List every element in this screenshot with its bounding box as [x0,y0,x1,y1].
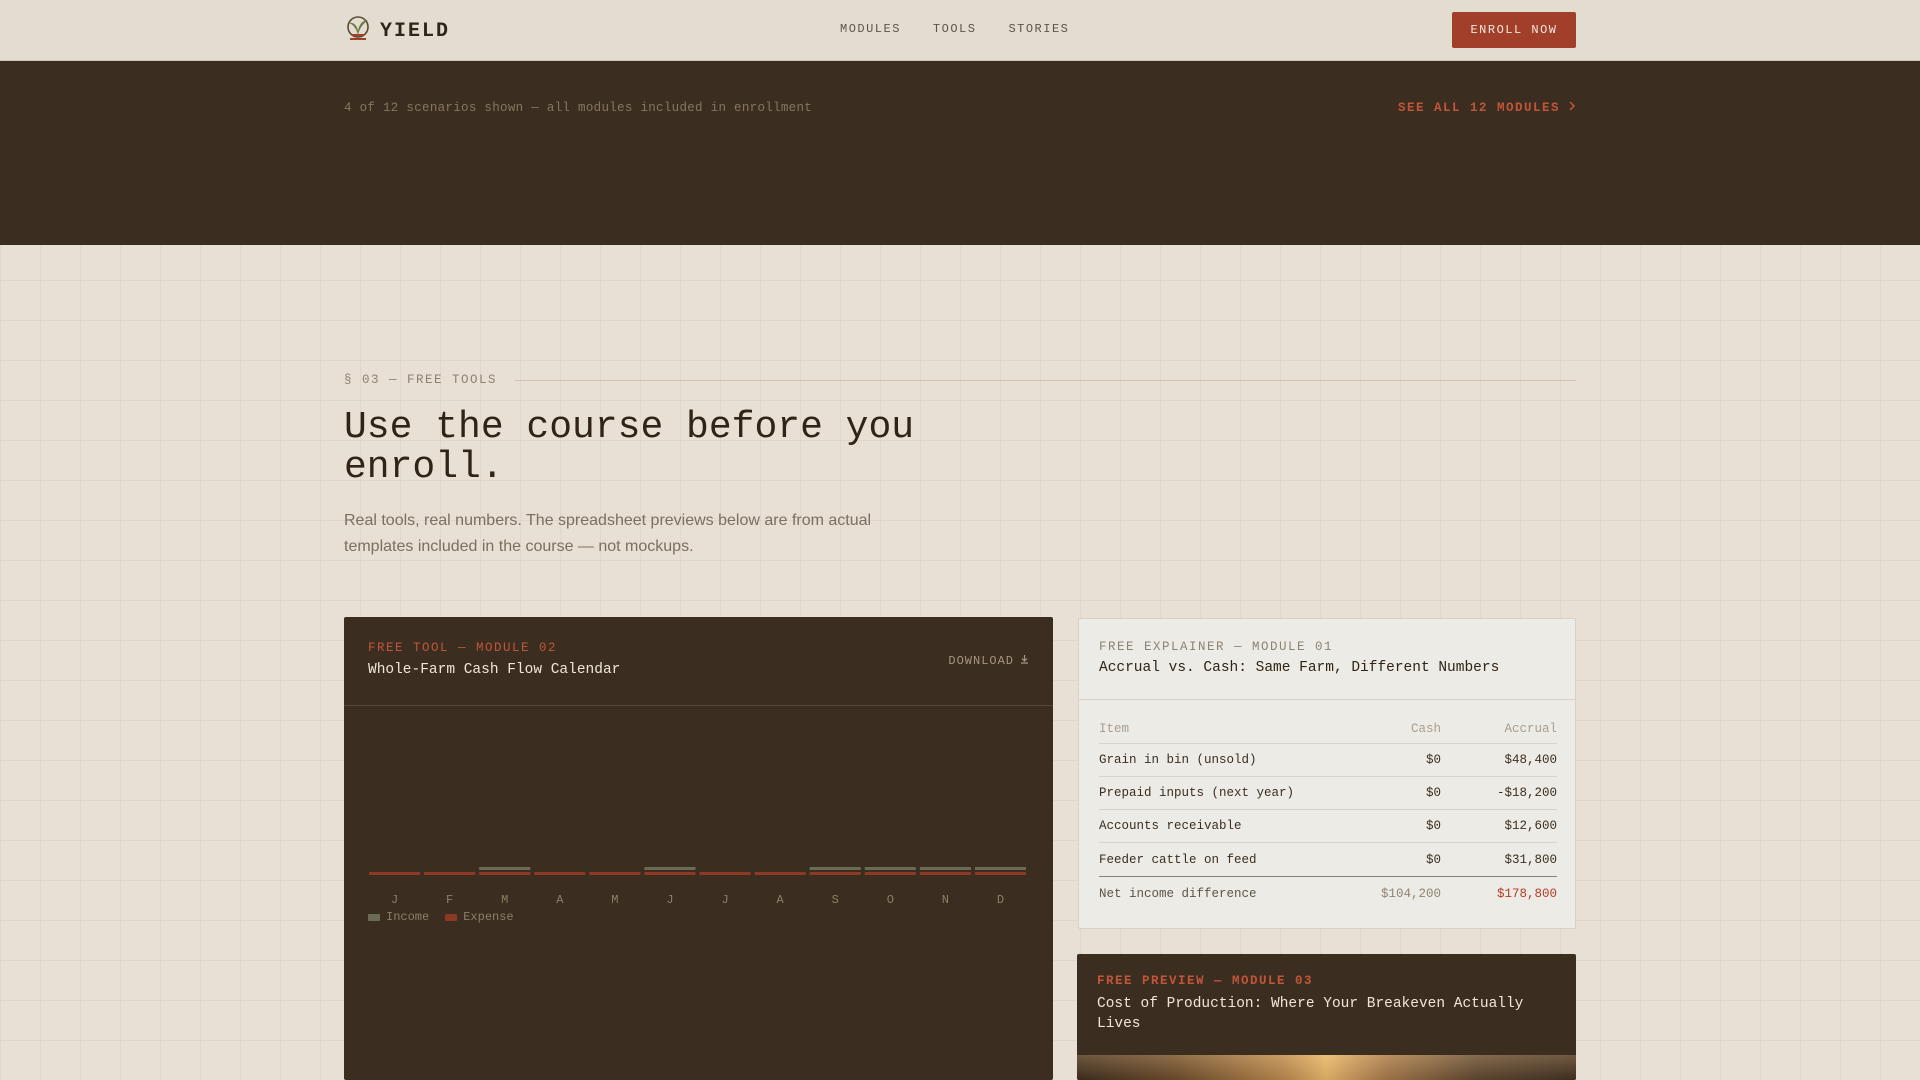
expense-bar [589,872,641,875]
row-item: Prepaid inputs (next year) [1099,786,1295,800]
income-bar [919,867,971,870]
scenarios-note: 4 of 12 scenarios shown — all modules in… [344,101,813,115]
download-label: DOWNLOAD [948,654,1014,668]
accrual-tag: FREE EXPLAINER — MODULE 01 [1099,640,1334,654]
income-bar [864,867,916,870]
month-tick-label: A [777,893,785,907]
cash-flow-card-header: FREE TOOL — MODULE 02 Whole-Farm Cash Fl… [344,617,1053,706]
row-cash: $0 [1425,852,1441,867]
row-accrual: $12,600 [1504,819,1557,833]
preview-tag: FREE PREVIEW — MODULE 03 [1097,974,1314,988]
section-eyebrow-row: § 03 — FREE TOOLS [344,373,1576,387]
cash-flow-chart: JFMAMJJASOND [369,867,1026,907]
expense-bar [424,872,476,875]
brand-logo[interactable]: YIELD [344,15,450,48]
nav-tools[interactable]: TOOLS [933,22,977,36]
legend-income: Income [368,910,429,924]
month-tick-label: D [997,893,1004,907]
chart-legend: Income Expense [368,910,514,924]
month-tick-label: J [391,893,398,907]
table-row: Accounts receivable $0 $12,600 [1099,810,1557,843]
sprout-icon [344,15,372,48]
expense-bar [534,872,586,875]
month-tick-label: J [721,893,728,907]
table-total-row: Net income difference $104,200 $178,800 [1099,876,1557,910]
legend-expense-label: Expense [463,910,514,924]
expense-bar [809,872,861,875]
nav-stories[interactable]: STORIES [1008,22,1069,36]
image-haze-overlay [1077,1055,1576,1080]
month-tick-label: N [942,893,949,907]
accrual-divider [1079,699,1575,700]
income-bar [644,867,696,870]
section-eyebrow: § 03 — FREE TOOLS [344,373,498,387]
nav-modules[interactable]: MODULES [840,22,901,36]
expense-bar [754,872,806,875]
expense-bar [479,872,531,875]
section-headline: Use the course before you enroll. [344,406,915,489]
enroll-now-button[interactable]: ENROLL NOW [1452,12,1576,48]
row-item: Feeder cattle on feed [1099,852,1257,867]
row-accrual: -$18,200 [1496,786,1557,800]
top-navigation-bar: YIELD MODULES TOOLS STORIES ENROLL NOW [0,0,1920,61]
table-row: Feeder cattle on feed $0 $31,800 [1099,843,1557,876]
total-item: Net income difference [1099,886,1257,901]
table-row: Prepaid inputs (next year) $0 -$18,200 [1099,777,1557,810]
accrual-table: Item Cash Accrual Grain in bin (unsold) … [1099,714,1557,910]
see-all-modules-label: SEE ALL 12 MODULES [1397,101,1560,115]
cash-flow-calendar-card: FREE TOOL — MODULE 02 Whole-Farm Cash Fl… [344,617,1053,1080]
table-header-row: Item Cash Accrual [1099,714,1557,744]
expense-bar [699,872,751,875]
expense-swatch [445,913,458,921]
chevron-right-icon [1568,101,1576,115]
expense-bar [644,872,696,875]
col-accrual-header: Accrual [1504,721,1557,736]
cost-of-production-preview-card[interactable]: FREE PREVIEW — MODULE 03 Cost of Product… [1077,954,1576,1080]
legend-expense: Expense [445,910,514,924]
expense-bar [369,872,421,875]
total-accrual: $178,800 [1496,886,1557,901]
legend-income-label: Income [386,910,430,924]
accrual-title: Accrual vs. Cash: Same Farm, Different N… [1099,660,1500,676]
income-bar [479,867,531,870]
download-button[interactable]: DOWNLOAD [948,654,1029,668]
row-item: Grain in bin (unsold) [1099,753,1257,767]
section-lede: Real tools, real numbers. The spreadshee… [344,512,872,555]
month-tick-label: M [611,893,618,907]
income-bar [809,867,861,870]
row-cash: $0 [1425,819,1441,833]
total-cash: $104,200 [1380,886,1441,901]
month-tick-label: M [501,893,508,907]
accrual-vs-cash-card: FREE EXPLAINER — MODULE 01 Accrual vs. C… [1078,618,1576,929]
see-all-modules-link[interactable]: SEE ALL 12 MODULES [1398,101,1576,115]
income-bar [974,867,1026,870]
row-accrual: $31,800 [1504,852,1557,867]
month-tick-label: S [832,893,839,907]
row-cash: $0 [1425,753,1441,767]
month-tick-label: J [666,893,673,907]
scenarios-band: 4 of 12 scenarios shown — all modules in… [0,61,1920,245]
month-tick-label: F [446,893,453,907]
preview-title: Cost of Production: Where Your Breakeven… [1097,996,1524,1032]
expense-bar [974,872,1026,875]
month-tick-label: O [887,893,894,907]
row-item: Accounts receivable [1099,819,1242,833]
row-accrual: $48,400 [1504,753,1557,767]
expense-bar [864,872,916,875]
main-nav: MODULES TOOLS STORIES [840,22,1069,36]
col-item-header: Item [1099,721,1130,736]
expense-bar [919,872,971,875]
income-swatch [368,913,380,921]
cash-flow-title: Whole-Farm Cash Flow Calendar [368,662,621,678]
month-tick-label: A [556,893,564,907]
table-row: Grain in bin (unsold) $0 $48,400 [1099,744,1557,777]
cash-flow-tag: FREE TOOL — MODULE 02 [368,641,558,655]
row-cash: $0 [1425,786,1441,800]
download-icon [1020,654,1029,668]
col-cash-header: Cash [1410,721,1441,736]
eyebrow-divider [515,379,1576,381]
brand-name: YIELD [380,20,451,43]
